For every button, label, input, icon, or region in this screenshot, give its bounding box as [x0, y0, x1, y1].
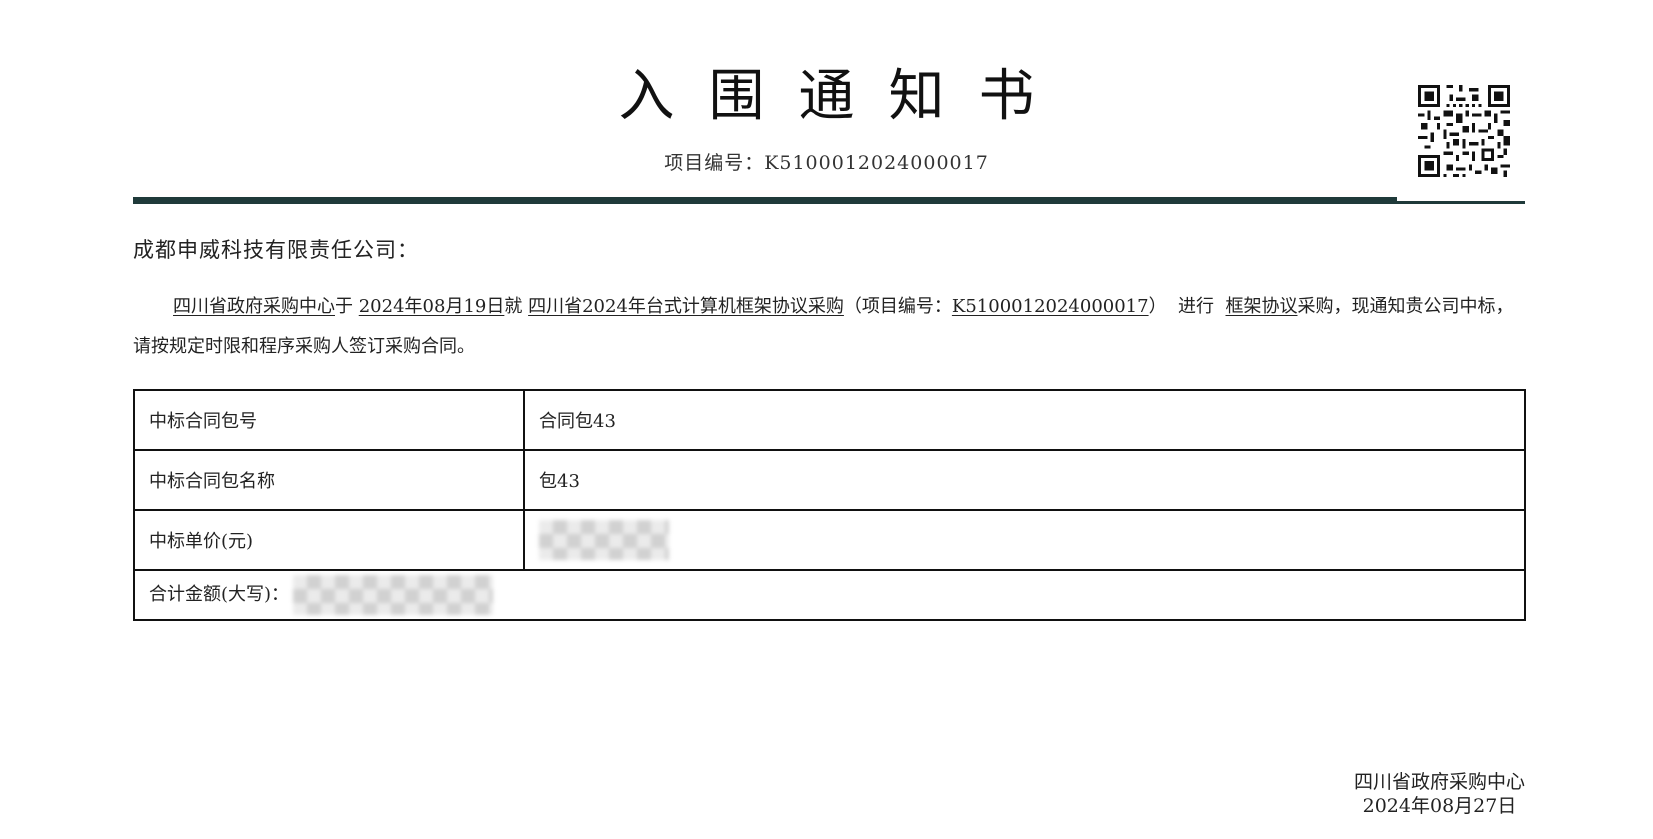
text-paren-close: ）	[1148, 296, 1167, 317]
addressee: 成都申威科技有限责任公司：	[133, 238, 419, 262]
text-jinxing: 进行	[1178, 296, 1215, 317]
award-table: 中标合同包号 合同包43 中标合同包名称 包43 中标单价(元) 合计金额(大写…	[133, 389, 1526, 621]
signature-block: 四川省政府采购中心 2024年08月27日	[1354, 770, 1525, 818]
header-rule	[133, 197, 1397, 204]
text-yu: 于	[335, 296, 353, 317]
row-value: 包43	[523, 449, 1526, 511]
text-jiu: 就	[504, 296, 523, 317]
project-number-line: 项目编号：K5100012024000017	[664, 152, 989, 174]
project-name: 四川省2024年台式计算机框架协议采购	[528, 296, 844, 317]
table-row: 中标合同包号 合同包43	[133, 389, 1526, 451]
project-number: K5100012024000017	[951, 296, 1149, 317]
qr-code-icon	[1418, 85, 1510, 177]
total-label: 合计金额(大写)：	[149, 584, 290, 605]
agency-name: 四川省政府采购中心	[173, 296, 335, 317]
row-label: 中标合同包名称	[133, 449, 525, 511]
table-row: 中标合同包名称 包43	[133, 449, 1526, 511]
table-row: 中标单价(元)	[133, 509, 1526, 571]
document-title: 入围通知书	[618, 64, 1069, 129]
row-label: 中标合同包号	[133, 389, 525, 451]
procurement-method: 框架协议	[1225, 296, 1298, 317]
redacted-unit-price	[539, 520, 669, 560]
notice-body: 四川省政府采购中心于 2024年08月19日就 四川省2024年台式计算机框架协…	[133, 287, 1525, 367]
signature-date: 2024年08月27日	[1362, 795, 1517, 817]
text-paren-open: （项目编号：	[843, 296, 952, 317]
table-row-total: 合计金额(大写)：	[133, 569, 1526, 621]
signature-org: 四川省政府采购中心	[1353, 771, 1525, 793]
header-rule-thin	[1397, 201, 1525, 204]
notice-date: 2024年08月19日	[358, 296, 505, 317]
row-value: 合同包43	[523, 389, 1526, 451]
redacted-total-amount	[293, 575, 494, 615]
row-value-redacted	[523, 509, 1526, 571]
row-label: 中标单价(元)	[133, 509, 525, 571]
total-cell: 合计金额(大写)：	[133, 569, 1526, 621]
